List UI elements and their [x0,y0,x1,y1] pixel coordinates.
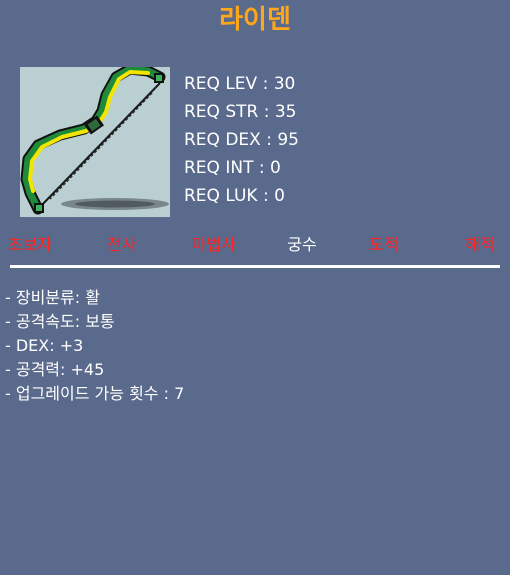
job-thief: 도적 [369,235,399,254]
stat-attack-speed: - 공격속도: 보통 [5,312,115,331]
stat-list: - 장비분류: 활 - 공격속도: 보통 - DEX: +3 - 공격력: +4… [5,286,184,406]
req-dex: REQ DEX : 95 [184,130,299,150]
req-luk: REQ LUK : 0 [184,186,285,206]
job-beginner: 초보자 [7,235,53,254]
stat-upgrade-slots: - 업그레이드 가능 횟수 : 7 [5,384,185,403]
stat-attack: - 공격력: +45 [5,360,105,379]
job-pirate: 해적 [465,235,495,254]
req-int: REQ INT : 0 [184,158,281,178]
item-name: 라이덴 [219,5,291,35]
req-level: REQ LEV : 30 [184,74,296,94]
item-icon-frame [20,67,170,217]
job-magician: 마법사 [191,235,237,254]
stat-category: - 장비분류: 활 [5,288,100,307]
job-bowman: 궁수 [287,235,317,254]
job-warrior: 전사 [107,235,137,254]
requirement-list: REQ LEV : 30 REQ STR : 35 REQ DEX : 95 R… [184,70,299,210]
divider [10,265,500,268]
item-tooltip: 라이덴 REQ LEV : 30 REQ STR: 35 REQ DEX: … [0,0,510,575]
stat-dex: - DEX: +3 [5,336,84,355]
bow-icon [20,67,169,215]
req-str: REQ STR : 35 [184,102,297,122]
job-list: 초보자 전사 마법사 궁수 도적 해적 [0,231,510,259]
